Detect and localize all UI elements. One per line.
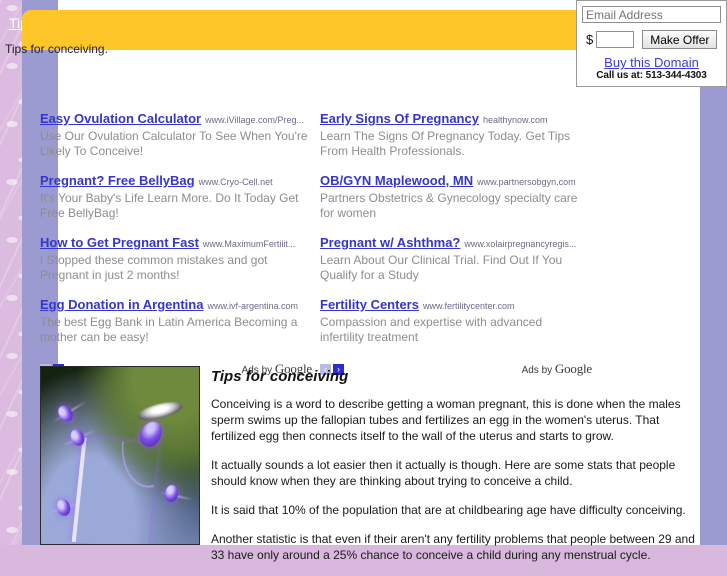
call-us-phone-text: Call us at: 513-344-4303 (596, 70, 707, 81)
ad-description: Use Our Ovulation Calculator To See When… (40, 129, 308, 158)
ad-headline-row: Fertility Centers www.fertilitycenter.com (320, 298, 592, 313)
banner-color-swatch (22, 58, 44, 74)
ad-title-link[interactable]: Pregnant? Free BellyBag (40, 173, 195, 188)
ad-headline-row: Easy Ovulation Calculator www.iVillage.co… (40, 112, 312, 127)
article-paragraph: It actually sounds a lot easier then it … (211, 458, 676, 488)
ad-headline-row: OB/GYN Maplewood, MN www.partnersobgyn.co… (320, 174, 592, 189)
ad-column-right: Early Signs Of Pregnancy healthynow.com L… (320, 112, 592, 360)
ad-description: Compassion and expertise with advanced i… (320, 315, 543, 344)
ad-unit[interactable]: Fertility Centers www.fertilitycenter.com… (320, 298, 592, 345)
banner-subtitle: Tips for conceiving. (5, 42, 108, 56)
ad-description: It's Your Baby's Life Learn More. Do It … (40, 191, 299, 220)
ads-columns: Easy Ovulation Calculator www.iVillage.co… (40, 112, 600, 360)
offer-amount-row: $ Make Offer (586, 30, 721, 49)
sperm-tail (71, 437, 159, 544)
dollar-sign-label: $ (586, 32, 594, 47)
ad-unit[interactable]: Egg Donation in Argentina www.ivf-argenti… (40, 298, 312, 345)
ad-description: I Stopped these common mistakes and got … (40, 253, 268, 282)
ad-url: www.Cryo-Cell.net (198, 177, 273, 187)
ad-description: Learn The Signs Of Pregnancy Today. Get … (320, 129, 571, 158)
ad-title-link[interactable]: Egg Donation in Argentina (40, 297, 203, 312)
ad-url: healthynow.com (482, 115, 548, 125)
ad-description: The best Egg Bank in Latin America Becom… (40, 315, 298, 344)
article-paragraph: Conceiving is a word to describe getting… (211, 397, 681, 443)
ad-url: www.ivf-argentina.com (207, 301, 298, 311)
ad-url: www.iVillage.com/Preg... (205, 115, 304, 125)
ad-title-link[interactable]: Early Signs Of Pregnancy (320, 111, 479, 126)
ad-unit[interactable]: How to Get Pregnant Fast www.MaximumFerti… (40, 236, 312, 283)
article-paragraph: Another statistic is that even if their … (211, 532, 695, 562)
ad-title-link[interactable]: Easy Ovulation Calculator (40, 111, 201, 126)
ad-unit[interactable]: Pregnant w/ Ashthma? www.xolairpregnancyr… (320, 236, 592, 283)
ad-headline-row: Pregnant? Free BellyBag www.Cryo-Cell.net (40, 174, 312, 189)
article-heading: Tips for conceiving (211, 368, 349, 385)
ad-unit[interactable]: Early Signs Of Pregnancy healthynow.com L… (320, 112, 592, 159)
ad-unit[interactable]: Pregnant? Free BellyBag www.Cryo-Cell.net… (40, 174, 312, 221)
ad-unit[interactable]: Easy Ovulation Calculator www.iVillage.co… (40, 112, 312, 159)
ads-region: Easy Ovulation Calculator www.iVillage.co… (40, 112, 600, 376)
make-offer-button[interactable]: Make Offer (642, 30, 718, 49)
ad-headline-row: How to Get Pregnant Fast www.MaximumFerti… (40, 236, 312, 251)
ad-url: www.fertilitycenter.com (422, 301, 515, 311)
ad-title-link[interactable]: OB/GYN Maplewood, MN (320, 173, 473, 188)
ad-url: www.xolairpregnancyregis... (464, 239, 577, 249)
ad-column-left: Easy Ovulation Calculator www.iVillage.co… (40, 112, 312, 360)
conception-illustration-image (40, 366, 200, 545)
ad-url: www.partnersobgyn.com (477, 177, 576, 187)
ad-headline-row: Pregnant w/ Ashthma? www.xolairpregnancyr… (320, 236, 592, 251)
ad-description: Partners Obstetrics & Gynecology special… (320, 191, 578, 220)
buy-this-domain-link[interactable]: Buy this Domain (582, 55, 721, 70)
article-paragraph: It is said that 10% of the population th… (211, 503, 686, 517)
ad-unit[interactable]: OB/GYN Maplewood, MN www.partnersobgyn.co… (320, 174, 592, 221)
domain-offer-panel: $ Make Offer Buy this Domain Call us at:… (576, 0, 727, 87)
ad-url: www.MaximumFertilit... (202, 239, 296, 249)
ad-description: Learn About Our Clinical Trial. Find Out… (320, 253, 563, 282)
ad-headline-row: Early Signs Of Pregnancy healthynow.com (320, 112, 592, 127)
offer-amount-input[interactable] (596, 31, 635, 48)
ad-title-link[interactable]: How to Get Pregnant Fast (40, 235, 199, 250)
email-address-input[interactable] (582, 6, 721, 23)
ad-title-link[interactable]: Fertility Centers (320, 297, 419, 312)
ad-headline-row: Egg Donation in Argentina www.ivf-argenti… (40, 298, 312, 313)
ad-title-link[interactable]: Pregnant w/ Ashthma? (320, 235, 460, 250)
